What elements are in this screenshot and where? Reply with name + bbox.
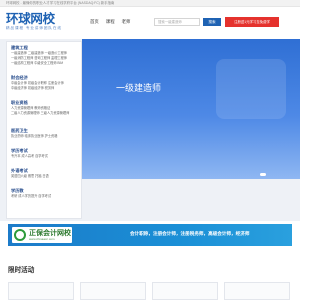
hero-banner[interactable]: 一级建造师	[82, 39, 300, 179]
category-medical[interactable]: 医药卫生 执业药师 临床执业医师 护士资格	[11, 128, 81, 139]
carousel-indicator[interactable]	[260, 173, 266, 176]
logo-title: 环球网校	[6, 11, 55, 26]
ad-banner[interactable]: 正保会计网校 www.chinaacc.com 会计职称，注册会计师，注册税务师…	[8, 224, 292, 246]
ad-text: 会计职称，注册会计师，注册税务师，高级会计师，经济师	[130, 231, 250, 236]
category-construction[interactable]: 建筑工程 一级建造师 二级建造师 一级造价工程师 一级消防工程师 咨询工程师 监…	[11, 45, 81, 66]
main-nav: 首页 课程 老师	[90, 17, 130, 27]
category-links[interactable]: 考研 成人学历提升 自学考试	[11, 194, 81, 199]
category-links[interactable]: 英语四六级 雅思 托福 日语	[11, 174, 81, 179]
search-button[interactable]: 搜索	[203, 18, 221, 26]
nav-item-home[interactable]: 首页	[90, 17, 99, 27]
promo-button[interactable]: 注册送1元学习至免费学	[225, 17, 279, 27]
ad-logo-icon	[14, 229, 26, 241]
hero-section: 建筑工程 一级建造师 二级建造师 一级造价工程师 一级消防工程师 咨询工程师 监…	[0, 39, 300, 221]
category-education[interactable]: 学历教 考研 成人学历提升 自学考试	[11, 188, 81, 199]
activity-card[interactable]	[152, 282, 218, 300]
top-info-bar: 环球网校 - 最懂你的职业人才学习在线学府平台 (NASDAQ:FC) 新手指南	[0, 0, 300, 7]
category-links[interactable]: 执业药师 临床执业医师 护士资格	[11, 134, 81, 139]
activity-card[interactable]	[224, 282, 290, 300]
category-links[interactable]: 专升本 成人高考 自学考试	[11, 154, 81, 159]
banner-decoration	[216, 59, 286, 119]
category-links[interactable]: 中级经济师 初级经济师 税务师	[11, 86, 81, 91]
category-links[interactable]: 二级人力资源管理师 三级人力资源管理师	[11, 111, 81, 116]
ad-logo: 正保会计网校 www.chinaacc.com	[12, 227, 72, 243]
category-sidebar: 建筑工程 一级建造师 二级建造师 一级造价工程师 一级消防工程师 咨询工程师 监…	[6, 41, 82, 219]
ad-logo-url: www.chinaacc.com	[29, 236, 55, 241]
search-input[interactable]: 搜索一级建造师	[154, 18, 200, 26]
nav-item-courses[interactable]: 课程	[106, 17, 115, 27]
activity-card[interactable]	[8, 282, 74, 300]
category-links[interactable]: 一级结构工程师 中级安全工程师 BIM	[11, 61, 81, 66]
logo-slogan: 精品课程 专业讲师团队在线	[6, 26, 62, 30]
site-logo[interactable]: 环球网校 精品课程 专业讲师团队在线	[6, 12, 86, 34]
category-finance[interactable]: 财会经济 中级会计师 初级会计职称 注册会计师 中级经济师 初级经济师 税务师	[11, 75, 81, 91]
activity-card[interactable]	[80, 282, 146, 300]
activity-cards	[8, 282, 292, 300]
site-header: 环球网校 精品课程 专业讲师团队在线 首页 课程 老师 搜索一级建造师 搜索 注…	[0, 7, 300, 39]
top-info-text: 环球网校 - 最懂你的职业人才学习在线学府平台 (NASDAQ:FC) 新手指南	[6, 1, 115, 5]
category-degree[interactable]: 学历考试 专升本 成人高考 自学考试	[11, 148, 81, 159]
nav-item-teachers[interactable]: 老师	[122, 17, 131, 27]
category-language[interactable]: 外语考试 英语四六级 雅思 托福 日语	[11, 168, 81, 179]
section-title: 限时活动	[8, 267, 35, 274]
category-vocational[interactable]: 职业资格 人力资源管理师 教师资格证 二级人力资源管理师 三级人力资源管理师	[11, 100, 81, 116]
banner-title: 一级建造师	[116, 83, 162, 93]
